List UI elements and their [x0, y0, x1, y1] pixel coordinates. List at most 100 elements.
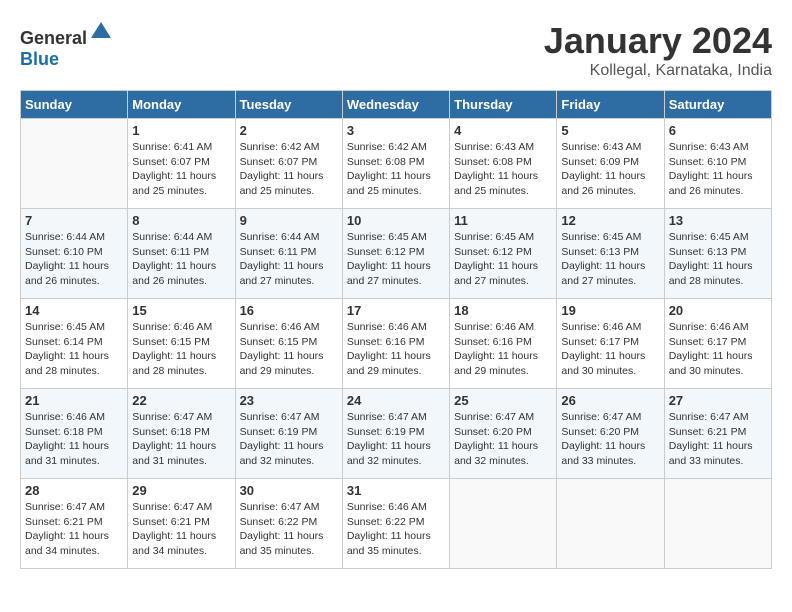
day-info: Sunrise: 6:47 AMSunset: 6:20 PMDaylight:…	[561, 410, 659, 469]
calendar-week-row: 28 Sunrise: 6:47 AMSunset: 6:21 PMDayligh…	[21, 479, 772, 569]
day-info: Sunrise: 6:46 AMSunset: 6:16 PMDaylight:…	[454, 320, 552, 379]
day-info: Sunrise: 6:42 AMSunset: 6:08 PMDaylight:…	[347, 140, 445, 199]
day-info: Sunrise: 6:44 AMSunset: 6:11 PMDaylight:…	[240, 230, 338, 289]
day-info: Sunrise: 6:42 AMSunset: 6:07 PMDaylight:…	[240, 140, 338, 199]
day-number: 2	[240, 123, 338, 138]
calendar-cell: 19 Sunrise: 6:46 AMSunset: 6:17 PMDayligh…	[557, 299, 664, 389]
header-day: Tuesday	[235, 91, 342, 119]
header-day: Thursday	[450, 91, 557, 119]
day-info: Sunrise: 6:46 AMSunset: 6:22 PMDaylight:…	[347, 500, 445, 559]
calendar-cell	[21, 119, 128, 209]
day-info: Sunrise: 6:43 AMSunset: 6:10 PMDaylight:…	[669, 140, 767, 199]
calendar-cell: 31Sunrise: 6:46 AMSunset: 6:22 PMDayligh…	[342, 479, 449, 569]
day-number: 17	[347, 303, 445, 318]
calendar-cell: 24 Sunrise: 6:47 AMSunset: 6:19 PMDayligh…	[342, 389, 449, 479]
calendar-cell: 27Sunrise: 6:47 AMSunset: 6:21 PMDayligh…	[664, 389, 771, 479]
day-info: Sunrise: 6:47 AMSunset: 6:18 PMDaylight:…	[132, 410, 230, 469]
day-number: 18	[454, 303, 552, 318]
calendar-cell: 2 Sunrise: 6:42 AMSunset: 6:07 PMDaylight…	[235, 119, 342, 209]
page-header: General Blue January 2024 Kollegal, Karn…	[20, 20, 772, 80]
calendar-week-row: 21 Sunrise: 6:46 AMSunset: 6:18 PMDayligh…	[21, 389, 772, 479]
day-number: 14	[25, 303, 123, 318]
day-number: 28	[25, 483, 123, 498]
day-info: Sunrise: 6:47 AMSunset: 6:21 PMDaylight:…	[25, 500, 123, 559]
calendar-cell: 1 Sunrise: 6:41 AMSunset: 6:07 PMDaylight…	[128, 119, 235, 209]
day-info: Sunrise: 6:45 AMSunset: 6:14 PMDaylight:…	[25, 320, 123, 379]
day-info: Sunrise: 6:43 AMSunset: 6:08 PMDaylight:…	[454, 140, 552, 199]
calendar-cell: 17 Sunrise: 6:46 AMSunset: 6:16 PMDayligh…	[342, 299, 449, 389]
day-info: Sunrise: 6:47 AMSunset: 6:21 PMDaylight:…	[132, 500, 230, 559]
calendar-cell: 22Sunrise: 6:47 AMSunset: 6:18 PMDayligh…	[128, 389, 235, 479]
day-info: Sunrise: 6:45 AMSunset: 6:12 PMDaylight:…	[454, 230, 552, 289]
day-number: 4	[454, 123, 552, 138]
day-number: 8	[132, 213, 230, 228]
calendar-cell: 15 Sunrise: 6:46 AMSunset: 6:15 PMDayligh…	[128, 299, 235, 389]
day-info: Sunrise: 6:46 AMSunset: 6:18 PMDaylight:…	[25, 410, 123, 469]
header-day: Monday	[128, 91, 235, 119]
calendar-cell: 30 Sunrise: 6:47 AMSunset: 6:22 PMDayligh…	[235, 479, 342, 569]
day-number: 5	[561, 123, 659, 138]
day-number: 3	[347, 123, 445, 138]
day-number: 19	[561, 303, 659, 318]
day-number: 23	[240, 393, 338, 408]
day-info: Sunrise: 6:47 AMSunset: 6:19 PMDaylight:…	[240, 410, 338, 469]
day-info: Sunrise: 6:46 AMSunset: 6:17 PMDaylight:…	[561, 320, 659, 379]
logo: General Blue	[20, 20, 113, 70]
day-number: 6	[669, 123, 767, 138]
calendar-cell	[664, 479, 771, 569]
header-row: SundayMondayTuesdayWednesdayThursdayFrid…	[21, 91, 772, 119]
header-day: Wednesday	[342, 91, 449, 119]
day-number: 13	[669, 213, 767, 228]
day-info: Sunrise: 6:46 AMSunset: 6:17 PMDaylight:…	[669, 320, 767, 379]
day-number: 1	[132, 123, 230, 138]
calendar-cell: 7 Sunrise: 6:44 AMSunset: 6:10 PMDaylight…	[21, 209, 128, 299]
day-info: Sunrise: 6:47 AMSunset: 6:19 PMDaylight:…	[347, 410, 445, 469]
calendar-cell: 10 Sunrise: 6:45 AMSunset: 6:12 PMDayligh…	[342, 209, 449, 299]
day-info: Sunrise: 6:47 AMSunset: 6:22 PMDaylight:…	[240, 500, 338, 559]
day-info: Sunrise: 6:43 AMSunset: 6:09 PMDaylight:…	[561, 140, 659, 199]
day-info: Sunrise: 6:45 AMSunset: 6:12 PMDaylight:…	[347, 230, 445, 289]
day-info: Sunrise: 6:46 AMSunset: 6:15 PMDaylight:…	[240, 320, 338, 379]
day-info: Sunrise: 6:41 AMSunset: 6:07 PMDaylight:…	[132, 140, 230, 199]
calendar-table: SundayMondayTuesdayWednesdayThursdayFrid…	[20, 90, 772, 569]
day-number: 30	[240, 483, 338, 498]
logo-icon	[89, 20, 113, 44]
day-info: Sunrise: 6:46 AMSunset: 6:16 PMDaylight:…	[347, 320, 445, 379]
calendar-cell: 25 Sunrise: 6:47 AMSunset: 6:20 PMDayligh…	[450, 389, 557, 479]
day-info: Sunrise: 6:45 AMSunset: 6:13 PMDaylight:…	[561, 230, 659, 289]
day-number: 25	[454, 393, 552, 408]
day-number: 24	[347, 393, 445, 408]
calendar-cell: 3 Sunrise: 6:42 AMSunset: 6:08 PMDaylight…	[342, 119, 449, 209]
calendar-cell: 16 Sunrise: 6:46 AMSunset: 6:15 PMDayligh…	[235, 299, 342, 389]
calendar-cell: 29Sunrise: 6:47 AMSunset: 6:21 PMDayligh…	[128, 479, 235, 569]
header-day: Sunday	[21, 91, 128, 119]
calendar-cell: 11Sunrise: 6:45 AMSunset: 6:12 PMDayligh…	[450, 209, 557, 299]
day-info: Sunrise: 6:46 AMSunset: 6:15 PMDaylight:…	[132, 320, 230, 379]
day-number: 10	[347, 213, 445, 228]
calendar-cell: 26Sunrise: 6:47 AMSunset: 6:20 PMDayligh…	[557, 389, 664, 479]
day-number: 20	[669, 303, 767, 318]
calendar-cell	[450, 479, 557, 569]
calendar-cell: 23 Sunrise: 6:47 AMSunset: 6:19 PMDayligh…	[235, 389, 342, 479]
calendar-cell: 21 Sunrise: 6:46 AMSunset: 6:18 PMDayligh…	[21, 389, 128, 479]
calendar-cell: 5 Sunrise: 6:43 AMSunset: 6:09 PMDaylight…	[557, 119, 664, 209]
day-number: 16	[240, 303, 338, 318]
day-number: 15	[132, 303, 230, 318]
day-info: Sunrise: 6:44 AMSunset: 6:10 PMDaylight:…	[25, 230, 123, 289]
logo-blue: Blue	[20, 49, 59, 69]
calendar-week-row: 1 Sunrise: 6:41 AMSunset: 6:07 PMDaylight…	[21, 119, 772, 209]
day-number: 27	[669, 393, 767, 408]
calendar-cell: 13 Sunrise: 6:45 AMSunset: 6:13 PMDayligh…	[664, 209, 771, 299]
calendar-cell: 18 Sunrise: 6:46 AMSunset: 6:16 PMDayligh…	[450, 299, 557, 389]
header-day: Friday	[557, 91, 664, 119]
day-info: Sunrise: 6:45 AMSunset: 6:13 PMDaylight:…	[669, 230, 767, 289]
day-number: 9	[240, 213, 338, 228]
header-day: Saturday	[664, 91, 771, 119]
day-number: 7	[25, 213, 123, 228]
day-number: 21	[25, 393, 123, 408]
calendar-cell: 6 Sunrise: 6:43 AMSunset: 6:10 PMDaylight…	[664, 119, 771, 209]
location-title: Kollegal, Karnataka, India	[544, 62, 772, 80]
calendar-cell: 9 Sunrise: 6:44 AMSunset: 6:11 PMDaylight…	[235, 209, 342, 299]
month-title: January 2024	[544, 20, 772, 62]
day-info: Sunrise: 6:47 AMSunset: 6:20 PMDaylight:…	[454, 410, 552, 469]
